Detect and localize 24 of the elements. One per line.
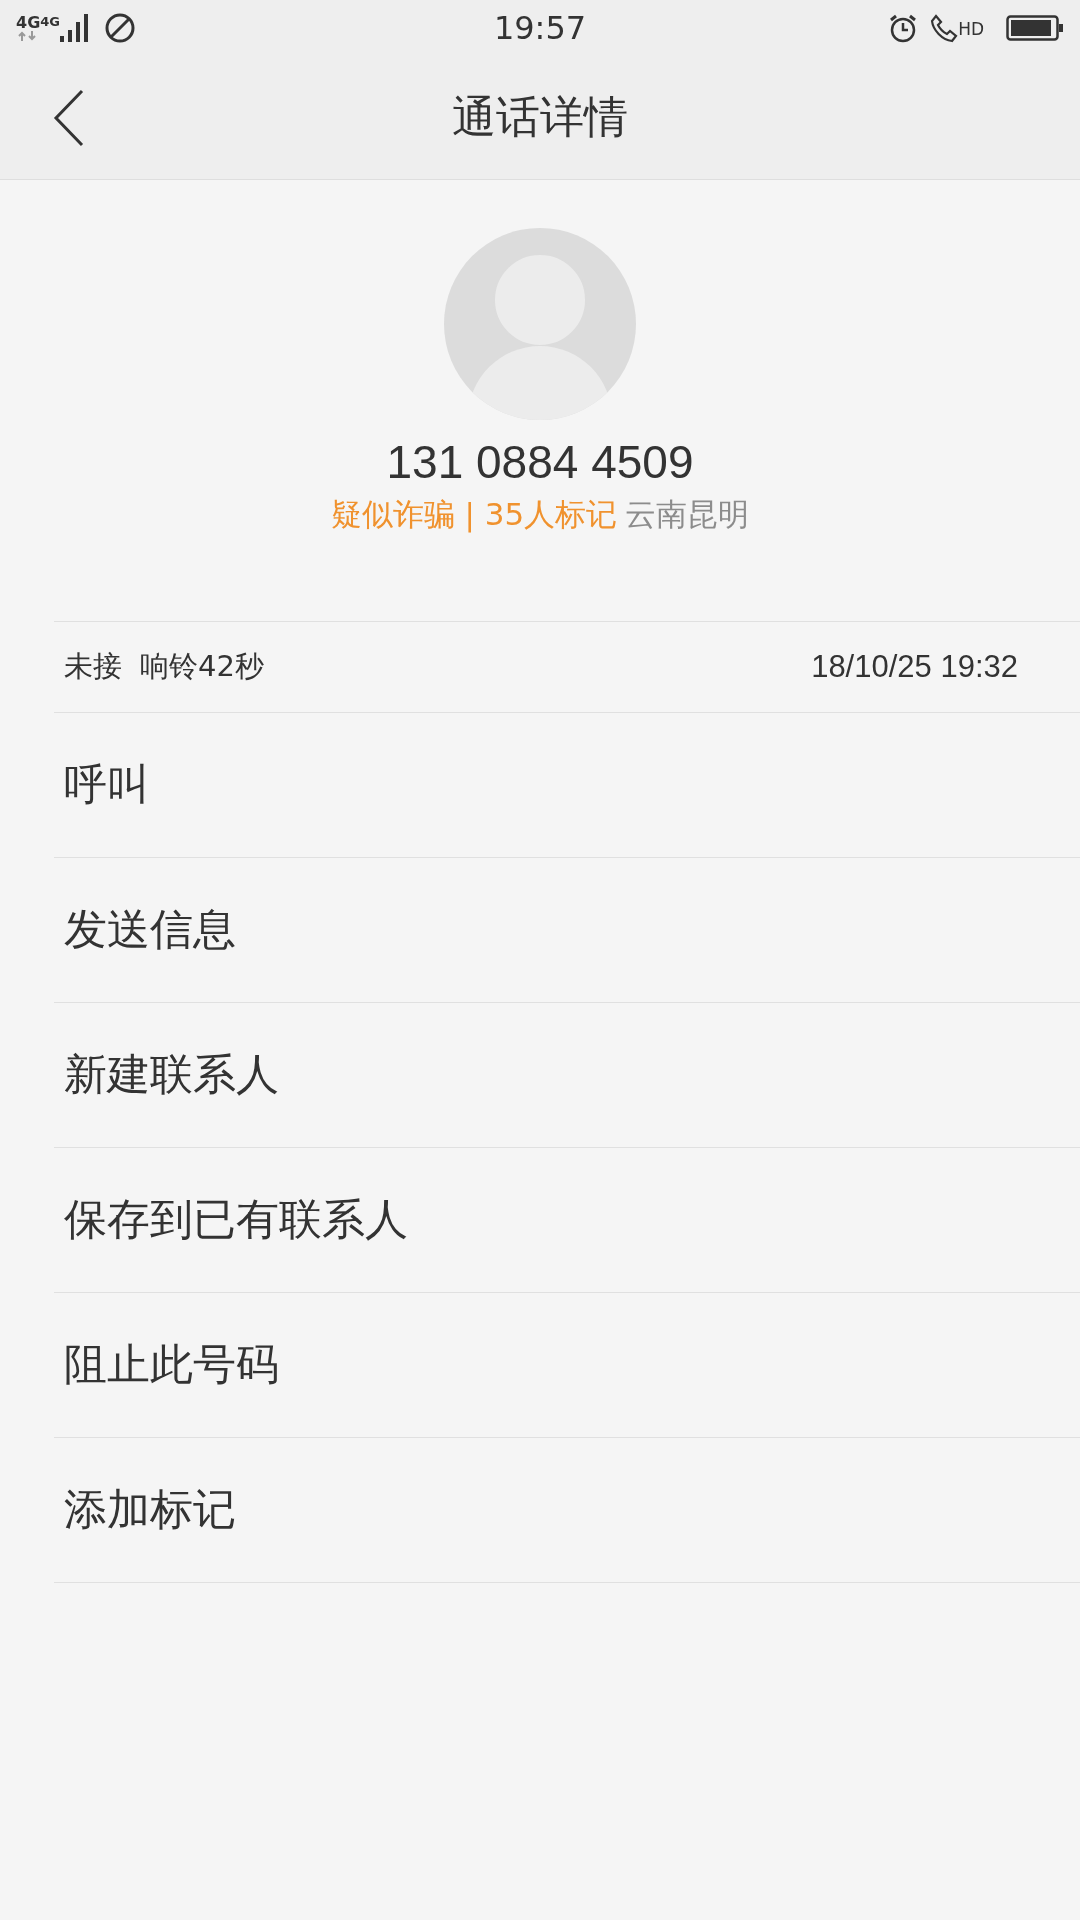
battery-icon — [1006, 15, 1064, 41]
avatar-icon — [444, 228, 636, 420]
network-label: 4G — [16, 15, 41, 31]
action-item[interactable]: 新建联系人 — [54, 1003, 1080, 1148]
network-label: 4G — [40, 14, 60, 30]
clock-time: 19:57 — [493, 9, 587, 47]
page-title: 通话详情 — [452, 90, 628, 144]
signal-icon — [60, 14, 90, 42]
phone-number: 131 0884 4509 — [386, 435, 694, 490]
fraud-tag: 疑似诈骗 | 35人标记 — [330, 494, 618, 536]
call-datetime: 18/10/25 19:32 — [811, 649, 1018, 685]
action-item[interactable]: 保存到已有联系人 — [54, 1148, 1080, 1293]
phone-icon — [930, 13, 959, 43]
action-item[interactable]: 发送信息 — [54, 858, 1080, 1003]
action-item[interactable]: 呼叫 — [54, 713, 1080, 858]
action-item[interactable]: 阻止此号码 — [54, 1293, 1080, 1438]
hd-label: HD — [958, 19, 984, 39]
alarm-icon — [888, 13, 919, 43]
back-button[interactable] — [52, 88, 86, 148]
blocked-icon — [104, 12, 136, 44]
location-text: 云南昆明 — [625, 495, 750, 534]
action-item[interactable]: 添加标记 — [54, 1438, 1080, 1583]
call-status: 未接 — [64, 648, 122, 685]
ring-duration: 响铃42秒 — [140, 648, 264, 685]
